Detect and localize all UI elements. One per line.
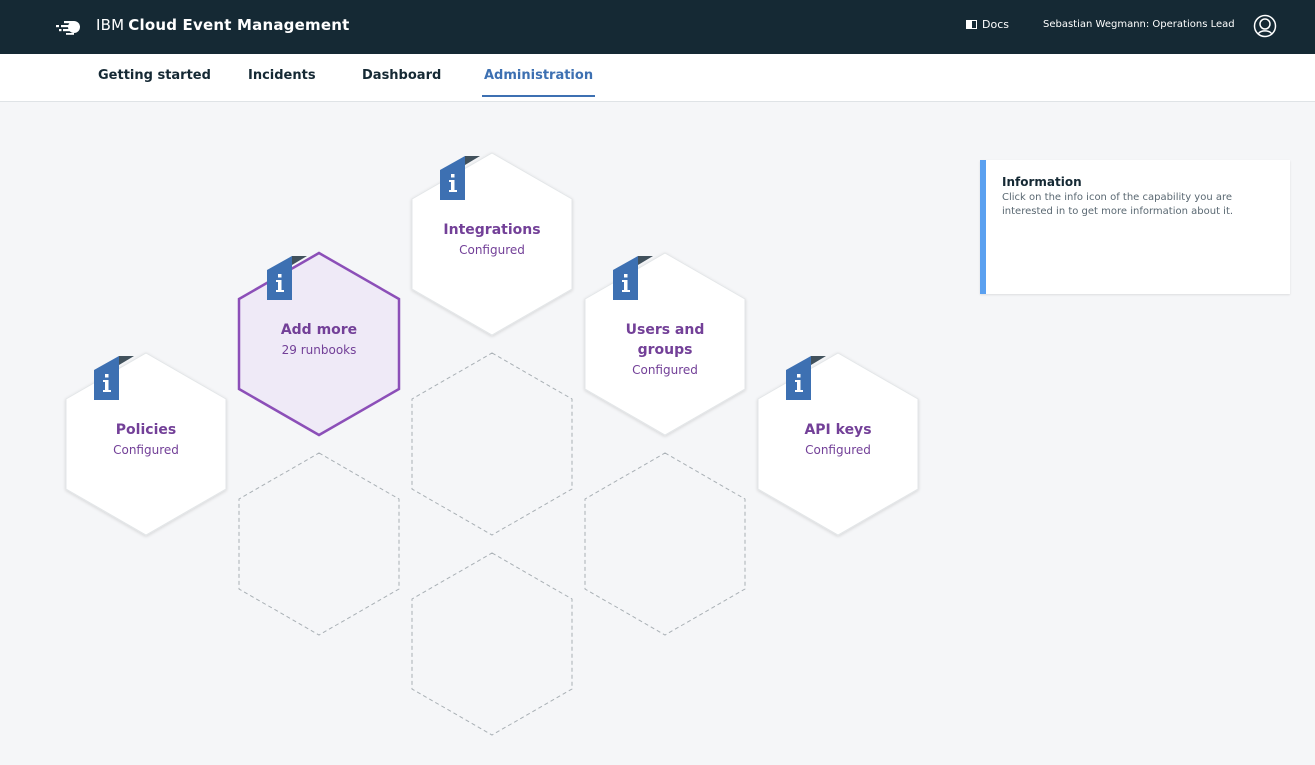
cloud-event-logo-icon[interactable] [54, 15, 84, 39]
tab-dashboard[interactable]: Dashboard [362, 68, 441, 95]
capability-status: Configured [632, 363, 698, 377]
capability-status: 29 runbooks [281, 343, 357, 357]
information-panel: Information Click on the info icon of th… [980, 160, 1290, 294]
capability-title: API keys [804, 422, 872, 438]
docs-panel-icon [966, 20, 977, 29]
capability-hex-grid [65, 152, 919, 736]
capability-title: Integrations [443, 222, 541, 238]
docs-label: Docs [982, 18, 1009, 31]
info-panel-text: Click on the info icon of the capability… [1002, 192, 1234, 217]
user-name[interactable]: Sebastian Wegmann: Operations Lead [1043, 19, 1235, 30]
capability-status: Configured [459, 243, 525, 257]
capability-title: Add more [280, 322, 358, 338]
capability-status: Configured [113, 443, 179, 457]
capability-status: Configured [805, 443, 871, 457]
capability-title: Policies [115, 422, 177, 438]
product-name: Cloud Event Management [128, 16, 350, 34]
users-and-groups-card[interactable]: Users and groups Configured [605, 320, 725, 380]
top-bar: IBM Cloud Event Management Docs Sebastian… [0, 0, 1315, 54]
empty-slot [411, 352, 573, 536]
tab-administration[interactable]: Administration [482, 68, 596, 97]
api-keys-card[interactable]: API keys Configured [768, 420, 908, 460]
integrations-card[interactable]: Integrations Configured [422, 220, 562, 260]
docs-link[interactable]: Docs [966, 18, 1009, 31]
add-more-card[interactable]: Add more 29 runbooks [249, 320, 389, 360]
app-title[interactable]: IBM Cloud Event Management [96, 16, 349, 34]
empty-slot [584, 452, 746, 636]
user-avatar-icon[interactable] [1253, 14, 1277, 38]
policies-card[interactable]: Policies Configured [76, 420, 216, 460]
main-nav: Getting started Incidents Dashboard Admi… [0, 54, 1315, 102]
capability-title: Users and groups [625, 322, 705, 358]
empty-slot [238, 452, 400, 636]
tab-getting-started[interactable]: Getting started [98, 68, 211, 95]
brand-name: IBM [96, 16, 125, 34]
empty-slot [411, 552, 573, 736]
info-panel-title: Information [1002, 175, 1082, 189]
tab-incidents[interactable]: Incidents [248, 68, 316, 95]
